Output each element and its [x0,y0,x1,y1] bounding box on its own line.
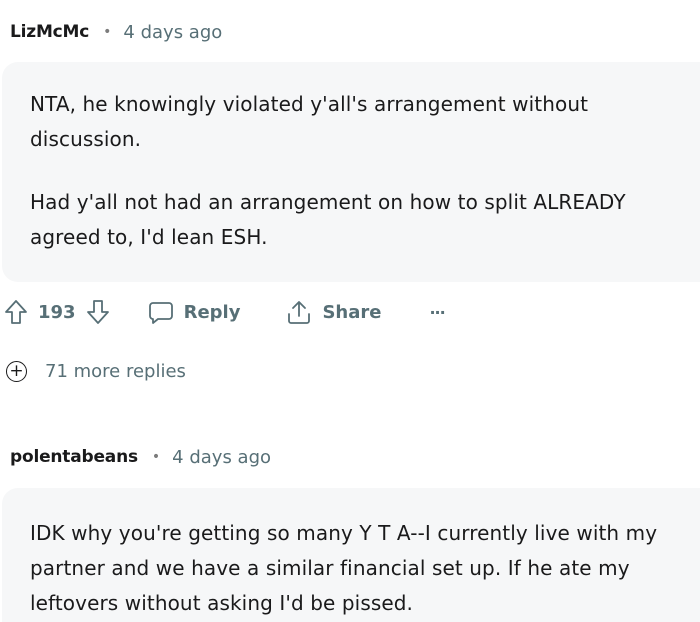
share-icon [288,301,311,324]
comment-body: NTA, he knowingly violated y'all's arran… [2,62,700,282]
plus-circle-icon: + [6,361,27,382]
comment-body: IDK why you're getting so many Y T A--I … [2,488,700,622]
more-replies-label: 71 more replies [45,361,186,382]
comment-author[interactable]: polentabeans [10,447,138,467]
comment-paragraph: NTA, he knowingly violated y'all's arran… [30,92,589,151]
comment-header: LizMcMc • 4 days ago [10,20,222,44]
share-button[interactable]: Share [286,299,381,325]
upvote-button[interactable] [4,299,28,325]
comment-thread: LizMcMc • 4 days ago NTA, he knowingly v… [0,0,700,622]
downvote-button[interactable] [86,299,110,325]
reply-icon [148,302,173,324]
comment-paragraph: Had y'all not had an arrangement on how … [30,190,626,249]
ellipsis-icon: ··· [429,302,445,322]
arrow-down-icon [86,300,109,324]
vote-count: 193 [38,301,76,323]
reply-button[interactable]: Reply [148,300,241,324]
comment-timestamp[interactable]: 4 days ago [172,447,271,468]
comment-action-bar: 193 Reply Share ··· [4,292,446,332]
meta-separator: • [103,24,112,40]
comment-timestamp[interactable]: 4 days ago [123,22,222,43]
more-options-button[interactable]: ··· [429,302,445,322]
comment-paragraph: IDK why you're getting so many Y T A--I … [30,521,658,615]
share-label: Share [322,301,382,323]
meta-separator: • [151,449,161,465]
comment-header: polentabeans • 4 days ago [10,445,271,469]
comment-author[interactable]: LizMcMc [10,22,89,42]
arrow-up-icon [5,300,27,324]
more-replies-link[interactable]: + 71 more replies [6,361,186,382]
reply-label: Reply [183,301,241,323]
